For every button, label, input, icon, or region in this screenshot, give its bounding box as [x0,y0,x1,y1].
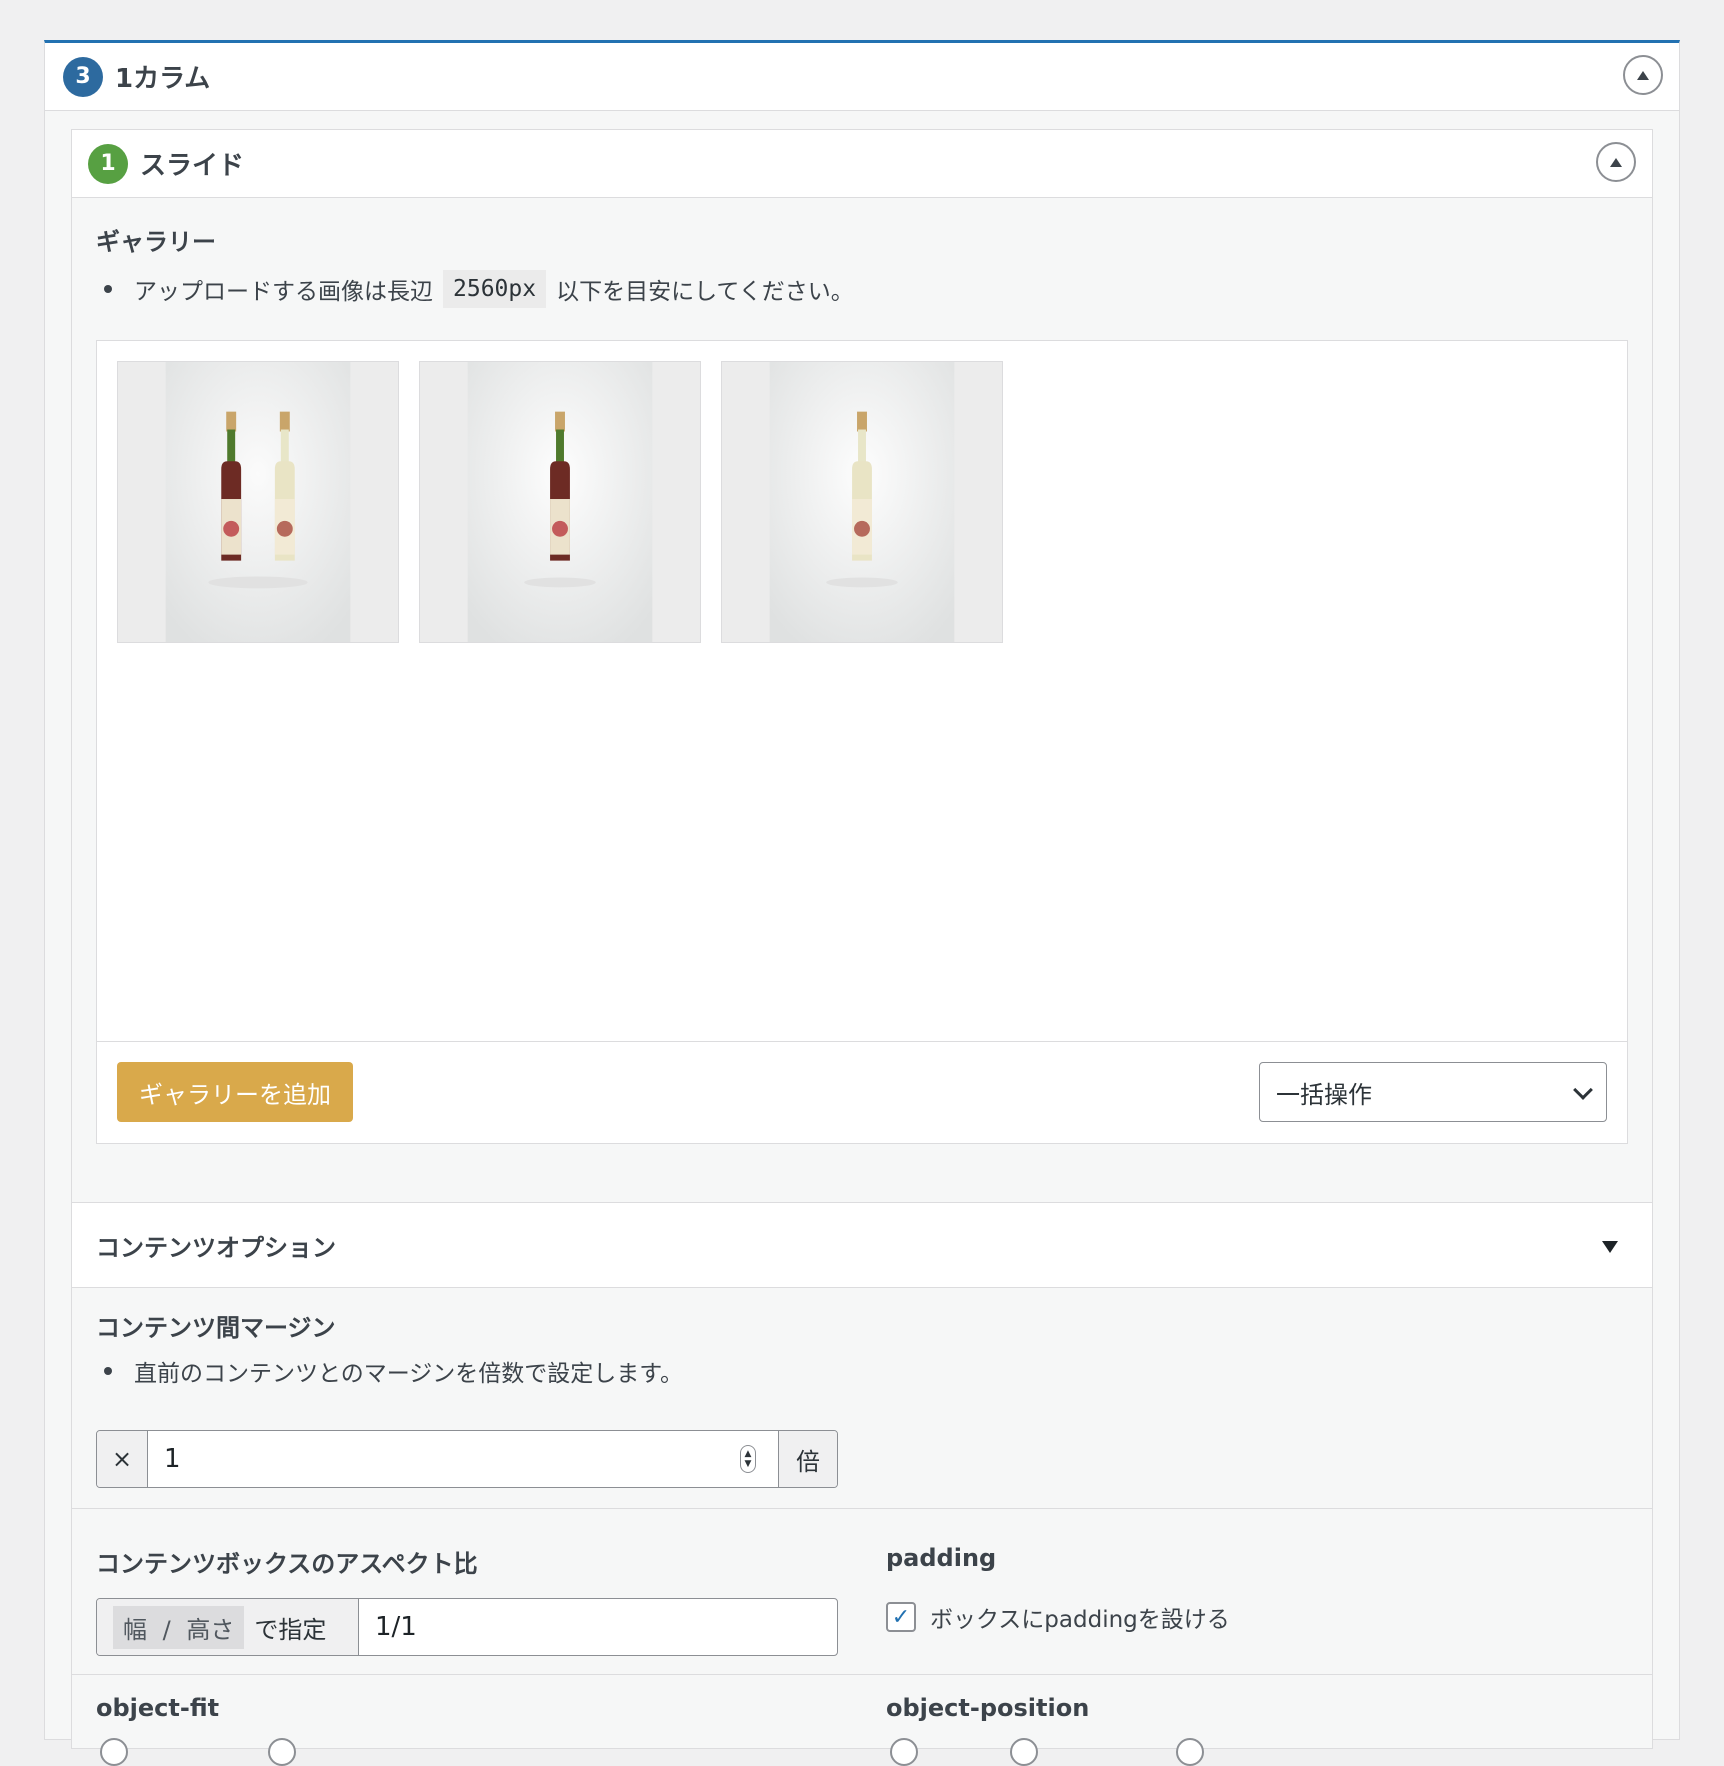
outer-block-header[interactable]: 3 1カラム [45,43,1679,111]
content-options-title: コンテンツオプション [96,1233,336,1262]
margin-label: コンテンツ間マージン [96,1314,336,1342]
bottle-image [420,362,700,642]
aspect-value: 1/1 [375,1612,417,1642]
times-suffix: 倍 [779,1431,837,1487]
margin-note: 直前のコンテンツとのマージンを倍数で設定します。 [96,1354,683,1388]
content-options-toggle[interactable]: コンテンツオプション [72,1202,1652,1288]
divider [72,1508,1652,1509]
gallery-note: アップロードする画像は長辺 2560px 以下を目安にしてください。 [96,270,854,308]
multiply-prefix: × [97,1431,147,1487]
gallery-note-after: 以下を目安にしてください。 [556,279,854,305]
inner-block-header[interactable]: 1 スライド [72,130,1652,198]
margin-field: × 1 ▲ ▼ 倍 [96,1430,838,1488]
aspect-field: 幅 / 高さ で指定 1/1 [96,1598,838,1656]
checkmark-icon: ✓ [891,1604,911,1630]
outer-block-panel: 3 1カラム 1 スライド ギャラリー アップロードする画像は長辺 2560px… [44,40,1680,1766]
object-position-radio[interactable] [890,1738,918,1766]
aspect-addon: 幅 / 高さ で指定 [97,1599,359,1655]
gallery-footer: ギャラリーを追加 一括操作 [97,1041,1627,1143]
bottle-image [722,362,1002,642]
margin-number-input[interactable]: 1 ▲ ▼ [147,1431,779,1487]
chevron-down-icon [1573,1080,1593,1100]
outer-block-title: 1カラム [115,64,211,94]
gallery-thumbnail[interactable] [721,361,1003,643]
add-gallery-button[interactable]: ギャラリーを追加 [117,1062,353,1122]
bulk-action-select[interactable]: 一括操作 [1259,1062,1607,1122]
padding-checkbox[interactable]: ✓ [886,1602,916,1632]
margin-note-list: 直前のコンテンツとのマージンを倍数で設定します。 [96,1354,683,1388]
object-position-label: object-position [886,1694,1090,1722]
collapse-up-icon [1610,157,1622,167]
bulk-action-selected: 一括操作 [1276,1080,1372,1109]
aspect-input[interactable]: 1/1 [359,1599,837,1655]
aspect-chip: 幅 / 高さ [113,1605,245,1649]
margin-value: 1 [164,1444,181,1474]
gallery-note-list: アップロードする画像は長辺 2560px 以下を目安にしてください。 [96,270,854,308]
object-position-radio[interactable] [1010,1738,1038,1766]
object-fit-label: object-fit [96,1694,220,1722]
object-fit-radio[interactable] [268,1738,296,1766]
bottle-image [118,362,398,642]
aspect-suffix: で指定 [254,1615,327,1644]
object-position-radio[interactable] [1176,1738,1204,1766]
slide-number-badge: 1 [88,143,128,184]
collapse-outer-button[interactable] [1623,55,1663,95]
padding-label: padding [886,1544,997,1572]
expand-down-icon [1602,1241,1618,1253]
padding-checkbox-row[interactable]: ✓ ボックスにpaddingを設ける [886,1600,1230,1634]
block-number-badge: 3 [63,56,103,97]
gallery-label: ギャラリー [96,228,216,256]
gallery-thumbnail[interactable] [117,361,399,643]
inner-block-title: スライド [140,151,245,181]
collapse-inner-button[interactable] [1596,142,1636,182]
number-spinner-icon[interactable]: ▲ ▼ [740,1445,756,1473]
gallery-note-before: アップロードする画像は長辺 [134,279,433,305]
gallery-note-code: 2560px [443,270,547,308]
aspect-label: コンテンツボックスのアスペクト比 [96,1550,478,1578]
padding-checkbox-label: ボックスにpaddingを設ける [930,1607,1230,1633]
collapse-up-icon [1637,70,1649,80]
inner-block-panel: 1 スライド ギャラリー アップロードする画像は長辺 2560px 以下を目安に… [71,129,1653,1766]
divider [72,1674,1652,1675]
gallery-thumbnail[interactable] [419,361,701,643]
object-fit-radio[interactable] [100,1738,128,1766]
gallery-box: ギャラリーを追加 一括操作 [96,340,1628,1144]
